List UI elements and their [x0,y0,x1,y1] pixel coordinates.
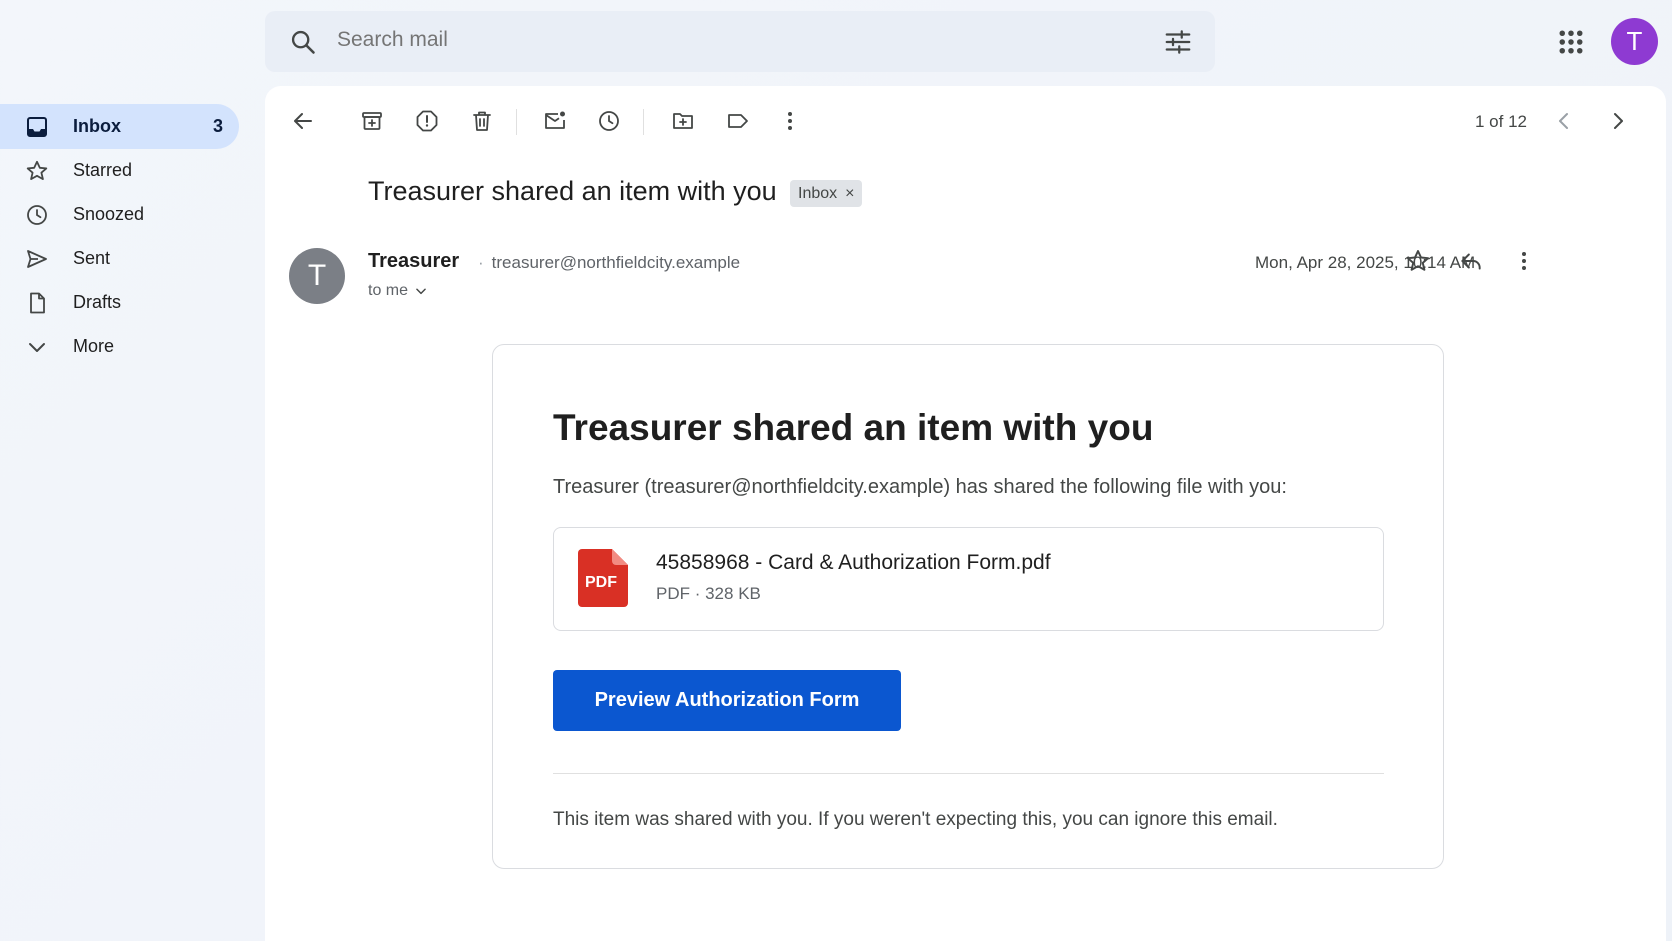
shared-file-attachment[interactable]: PDF 45858968 - Card & Authorization Form… [553,527,1384,631]
snooze-icon[interactable] [593,105,625,137]
apps-grid-icon[interactable] [1556,27,1586,57]
unread-count: 3 [212,116,223,136]
account-avatar[interactable]: T [1611,18,1658,65]
search-icon[interactable] [289,28,317,56]
sidebar-item-more[interactable]: More [0,324,239,369]
recipient-details-toggle[interactable]: to me [368,282,428,300]
sidebar-item-starred[interactable]: Starred [0,148,239,193]
search-options-icon[interactable] [1163,27,1193,57]
search-input[interactable] [337,28,1097,52]
sender-avatar: T [289,248,345,304]
reply-icon[interactable] [1454,244,1488,278]
message-view: 1 of 12 Treasurer shared an item with yo… [265,86,1666,941]
file-meta: PDF · 328 KB [656,584,761,603]
label-icon[interactable] [722,105,754,137]
delete-icon[interactable] [466,105,498,137]
email-body-card: Treasurer shared an item with you Treasu… [492,344,1444,869]
chevron-down-icon [25,335,49,359]
clock-icon [25,203,49,227]
sidebar-item-sent[interactable]: Sent [0,236,239,281]
sidebar-item-drafts[interactable]: Drafts [0,280,239,325]
body-title: Treasurer shared an item with you [553,407,1154,448]
draft-icon [25,291,49,315]
more-vert-icon[interactable] [1507,244,1541,278]
sidebar-item-label: Drafts [73,292,122,312]
remove-label-button[interactable]: × [845,185,854,203]
divider [553,773,1384,774]
archive-icon[interactable] [356,105,388,137]
sidebar-item-label: Sent [73,248,111,268]
file-name: 45858968 - Card & Authorization Form.pdf [656,551,1051,574]
sidebar-item-snoozed[interactable]: Snoozed [0,192,239,237]
more-vert-icon[interactable] [774,105,806,137]
report-spam-icon[interactable] [411,105,443,137]
pdf-file-icon: PDF [578,549,628,607]
sidebar: Inbox 3 Starred Snoozed Sent Drafts More [0,104,245,369]
sidebar-item-label: More [73,336,115,356]
search-bar[interactable] [265,11,1215,72]
chevron-right-icon[interactable] [1602,105,1634,137]
recipient-label: to me [368,282,409,299]
body-footer-note: This item was shared with you. If you we… [553,809,1278,830]
back-arrow-icon[interactable] [287,105,319,137]
send-icon [25,247,49,271]
move-to-icon[interactable] [667,105,699,137]
sidebar-item-label: Starred [73,160,133,180]
email-date: Mon, Apr 28, 2025, 10:14 AM [1255,253,1476,272]
body-description: Treasurer (treasurer@northfieldcity.exam… [553,476,1287,498]
sender-email: treasurer@northfieldcity.example [478,253,740,273]
label-chip-text: Inbox [798,184,838,202]
pdf-icon-text: PDF [585,574,617,591]
sidebar-item-inbox[interactable]: Inbox 3 [0,104,239,149]
star-icon [25,159,49,183]
inbox-icon [25,115,49,139]
preview-authorization-form-button[interactable]: Preview Authorization Form [553,670,901,731]
pagination-count: 1 of 12 [1475,112,1527,131]
chevron-left-icon[interactable] [1548,105,1580,137]
toolbar-divider [643,109,644,135]
mark-unread-icon[interactable] [539,105,571,137]
email-subject: Treasurer shared an item with you [368,176,777,206]
star-icon[interactable] [1401,244,1435,278]
inbox-label-chip: Inbox × [790,180,863,207]
sidebar-item-label: Snoozed [73,204,145,224]
toolbar-divider [516,109,517,135]
sender-name: Treasurer [368,250,460,272]
chevron-down-icon [414,284,428,298]
sidebar-item-label: Inbox [73,116,121,136]
